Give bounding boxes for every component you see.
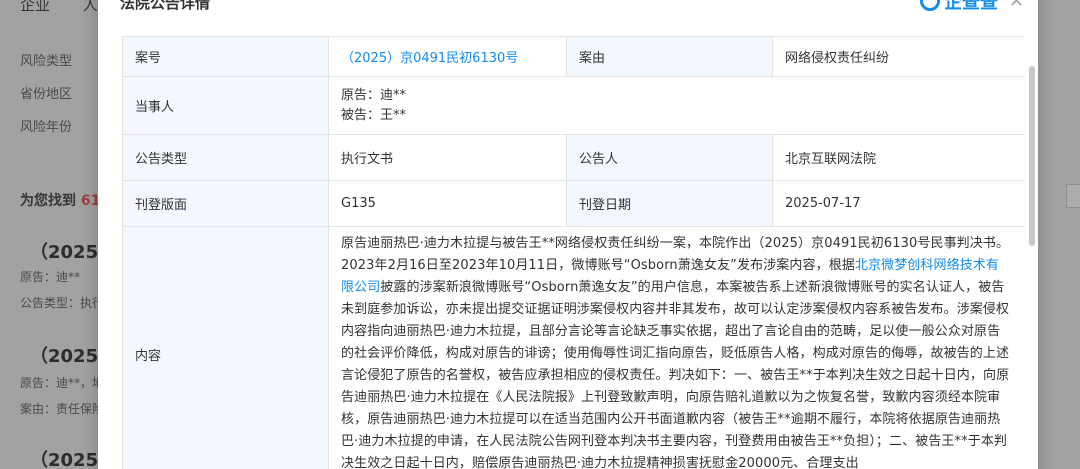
scrollbar[interactable]	[1028, 36, 1036, 456]
cause-label: 案由	[566, 36, 773, 77]
notice-type-label: 公告类型	[122, 134, 329, 181]
detail-table-wrap[interactable]: 案号 （2025）京0491民初6130号 案由 网络侵权责任纠纷 当事人 原告…	[122, 36, 1024, 469]
party-value: 原告：迪** 被告：王**	[328, 76, 1024, 135]
date-label: 刊登日期	[566, 180, 773, 227]
notice-detail-modal: 法院公告详情 企查查 × 案号 （2025）京0491民初6130号 案由 网络…	[98, 0, 1038, 469]
cause-value: 网络侵权责任纠纷	[772, 36, 1024, 77]
table-row: 当事人 原告：迪** 被告：王**	[122, 76, 1024, 135]
content-value: 原告迪丽热巴·迪力木拉提与被告王**网络侵权责任纠纷一案，本院作出（2025）京…	[328, 226, 1024, 469]
scrollbar-thumb[interactable]	[1029, 66, 1035, 246]
case-no-value: （2025）京0491民初6130号	[328, 36, 567, 77]
table-row: 公告类型 执行文书 公告人 北京互联网法院	[122, 134, 1024, 181]
page-value: G135	[328, 180, 567, 227]
announcer-value: 北京互联网法院	[772, 134, 1024, 181]
notice-type-value: 执行文书	[328, 134, 567, 181]
table-row: 内容 原告迪丽热巴·迪力木拉提与被告王**网络侵权责任纠纷一案，本院作出（202…	[122, 226, 1024, 469]
content-text: 披露的涉案新浪微博账号“Osborn萧逸女友”的用户信息，本案被告系上述新浪微博…	[341, 280, 1010, 469]
plaintiff: 原告：迪**	[341, 87, 407, 103]
close-icon[interactable]: ×	[1009, 0, 1024, 11]
defendant: 被告：王**	[341, 107, 407, 123]
detail-table: 案号 （2025）京0491民初6130号 案由 网络侵权责任纠纷 当事人 原告…	[122, 36, 1024, 469]
table-row: 刊登版面 G135 刊登日期 2025-07-17	[122, 180, 1024, 227]
date-value: 2025-07-17	[772, 180, 1024, 227]
modal-title: 法院公告详情	[120, 0, 211, 12]
table-row: 案号 （2025）京0491民初6130号 案由 网络侵权责任纠纷	[122, 36, 1024, 77]
announcer-label: 公告人	[566, 134, 773, 181]
logo-mark-icon	[920, 0, 940, 11]
logo-text: 企查查	[944, 0, 998, 13]
brand-logo: 企查查	[920, 0, 998, 14]
case-no-link[interactable]: （2025）京0491民初6130号	[341, 51, 518, 66]
content-label: 内容	[122, 226, 329, 469]
case-no-label: 案号	[122, 36, 329, 77]
party-label: 当事人	[122, 76, 329, 135]
page-label: 刊登版面	[122, 180, 329, 227]
